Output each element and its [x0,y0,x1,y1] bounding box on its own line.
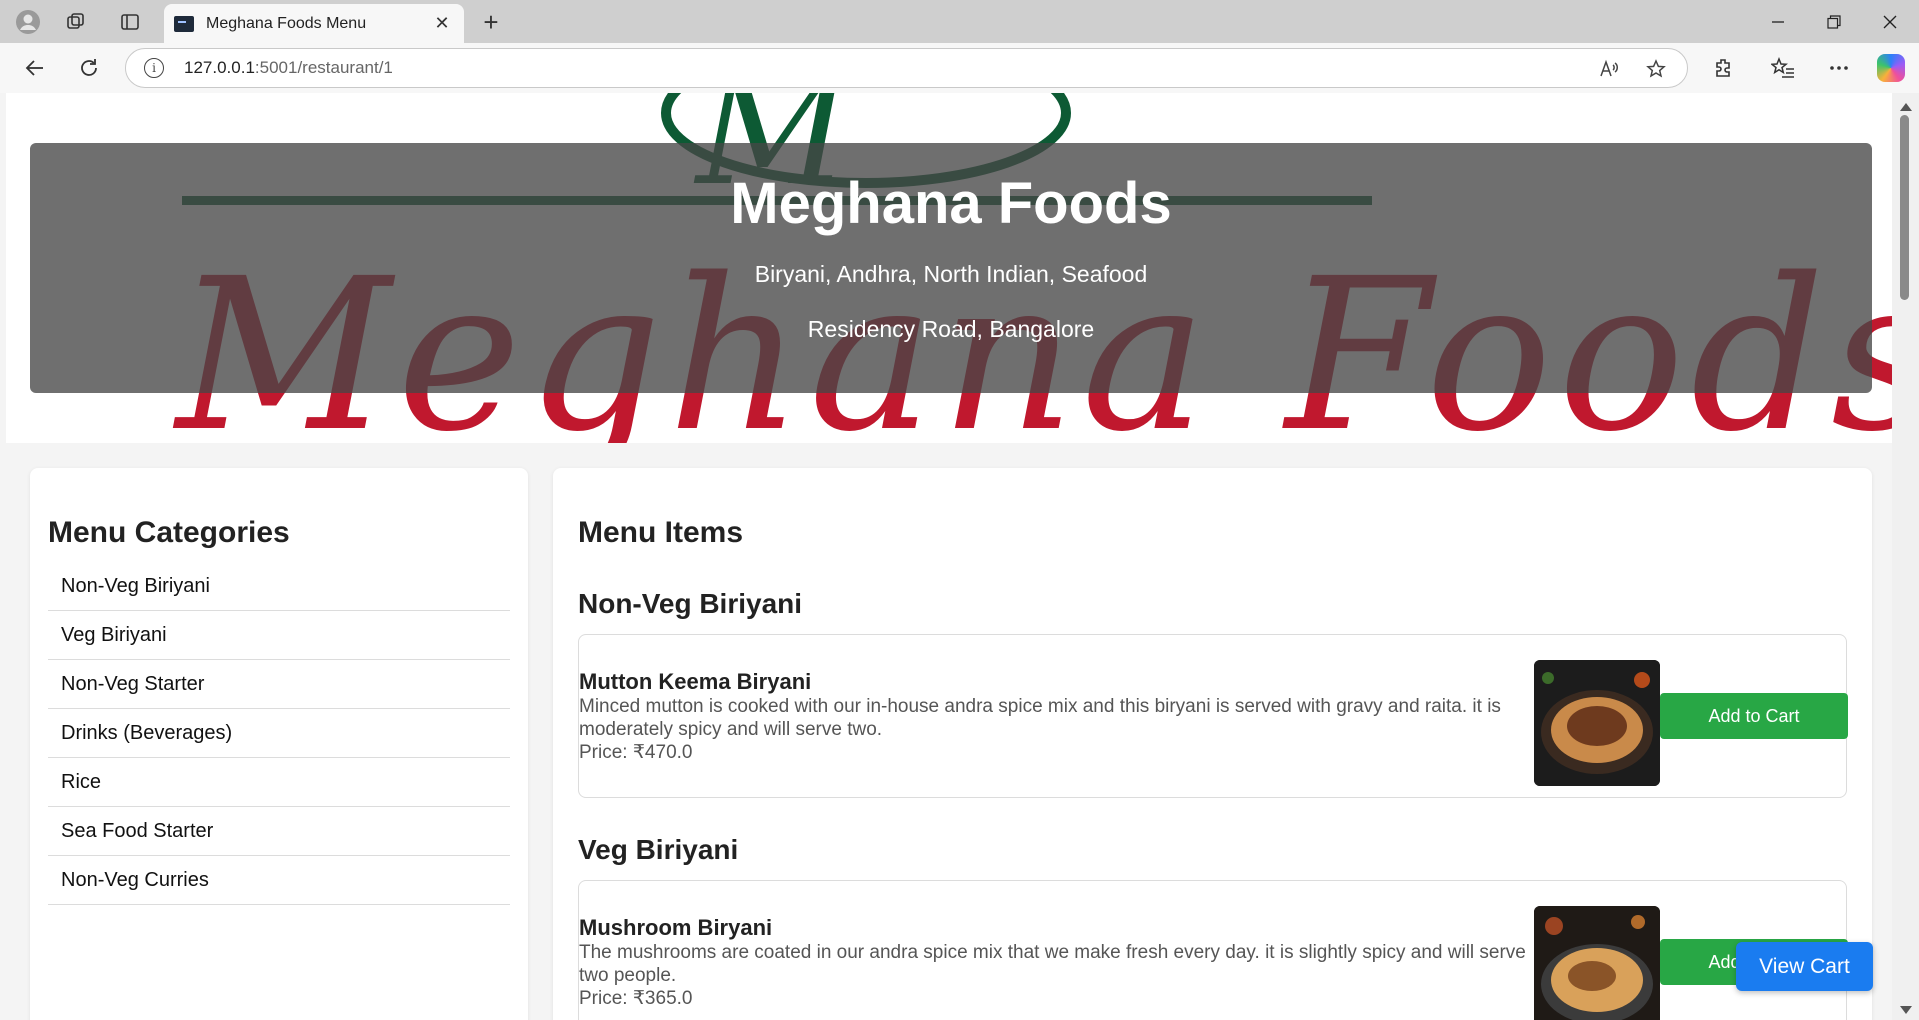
menu-item-photo [1534,906,1660,1020]
extensions-icon[interactable] [1707,51,1741,85]
menu-item-price: Price: ₹365.0 [579,988,693,1009]
browser-tab-bar: Meghana Foods Menu ✕ + [0,0,1919,43]
menu-item-description: The mushrooms are coated in our andra sp… [579,942,1526,986]
url-bar[interactable]: i 127.0.0.1:5001/restaurant/1 [125,48,1688,88]
menu-item-price: Price: ₹470.0 [579,742,693,763]
add-to-cart-button[interactable]: Add to Cart [1660,693,1848,739]
menu-item-description: Minced mutton is cooked with our in-hous… [579,696,1501,740]
tab-favicon-icon [174,15,194,32]
hero-overlay: Meghana Foods Biryani, Andhra, North Ind… [30,143,1872,393]
address-toolbar: i 127.0.0.1:5001/restaurant/1 [0,43,1919,93]
scroll-down-arrow-icon[interactable] [1900,1006,1912,1014]
sidebar-title: Menu Categories [48,516,290,549]
restaurant-name: Meghana Foods [730,171,1172,236]
refresh-icon[interactable] [72,51,106,85]
url-host: 127.0.0.1 [184,58,255,77]
url-path: :5001/restaurant/1 [254,58,393,77]
menu-item-card: Mutton Keema Biryani Minced mutton is co… [578,634,1848,798]
restore-icon[interactable] [1806,0,1862,43]
workspaces-icon[interactable] [60,6,92,38]
site-info-icon[interactable]: i [144,58,164,78]
restaurant-hero: M Meghana Foods Meghana Foods Biryani, A… [6,93,1892,443]
menu-items-title: Menu Items [578,516,744,549]
menu-item-photo [1534,660,1660,786]
back-arrow-icon[interactable] [18,51,52,85]
favorite-star-icon[interactable] [1642,55,1670,83]
new-tab-icon[interactable]: + [475,6,507,38]
menu-item-details: Mutton Keema Biryani Minced mutton is co… [579,669,1529,764]
category-item-non-veg-starter[interactable]: Non-Veg Starter [48,660,510,709]
view-cart-button[interactable]: View Cart [1736,942,1873,991]
scrollbar-thumb[interactable] [1900,115,1909,300]
favorites-list-icon[interactable] [1766,51,1800,85]
section-heading-non-veg-biriyani: Non-Veg Biriyani [578,588,803,619]
category-item-sea-food-starter[interactable]: Sea Food Starter [48,807,510,856]
browser-tab-active[interactable]: Meghana Foods Menu ✕ [164,4,464,43]
minimize-icon[interactable] [1750,0,1806,43]
tab-title: Meghana Foods Menu [206,14,367,32]
category-item-veg-biriyani[interactable]: Veg Biriyani [48,611,510,660]
menu-item-name: Mushroom Biryani [579,915,773,940]
restaurant-cuisines: Biryani, Andhra, North Indian, Seafood [754,261,1148,287]
category-item-rice[interactable]: Rice [48,758,510,807]
url-text: 127.0.0.1:5001/restaurant/1 [184,58,393,78]
scroll-up-arrow-icon[interactable] [1900,103,1912,111]
section-heading-veg-biriyani: Veg Biriyani [578,834,739,865]
tab-close-icon[interactable]: ✕ [430,13,454,34]
category-item-non-veg-curries[interactable]: Non-Veg Curries [48,856,510,905]
menu-items-panel: Menu Items Non-Veg Biriyani Mutton Keema… [553,468,1872,1020]
profile-icon[interactable] [12,6,44,38]
more-menu-icon[interactable] [1822,51,1856,85]
menu-item-details: Mushroom Biryani The mushrooms are coate… [579,915,1529,1010]
read-aloud-icon[interactable] [1595,55,1623,83]
page-scrollbar[interactable] [1892,93,1919,1020]
category-item-drinks[interactable]: Drinks (Beverages) [48,709,510,758]
close-window-icon[interactable] [1862,0,1918,43]
page-viewport: M Meghana Foods Meghana Foods Biryani, A… [6,93,1892,1020]
vertical-tabs-icon[interactable] [114,6,146,38]
copilot-icon[interactable] [1877,54,1905,82]
menu-item-name: Mutton Keema Biryani [579,669,812,694]
restaurant-location: Residency Road, Bangalore [807,316,1095,342]
menu-item-card: Mushroom Biryani The mushrooms are coate… [578,880,1848,1020]
menu-categories-sidebar: Menu Categories Non-Veg Biriyani Veg Bir… [30,468,528,1020]
category-item-non-veg-biriyani[interactable]: Non-Veg Biriyani [48,562,510,611]
